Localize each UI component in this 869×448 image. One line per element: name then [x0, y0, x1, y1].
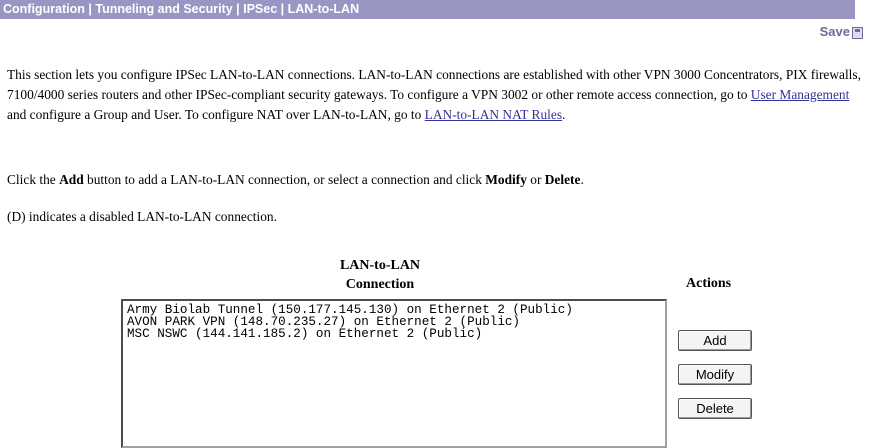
intro-paragraph: This section lets you configure IPSec LA…	[7, 65, 869, 125]
user-management-link[interactable]: User Management	[751, 87, 850, 102]
save-icon	[852, 26, 863, 39]
instr-text-4: .	[580, 172, 584, 187]
intro-text-2: and configure a Group and User. To confi…	[7, 107, 425, 122]
breadcrumb: Configuration | Tunneling and Security |…	[0, 0, 855, 19]
connection-listbox[interactable]: Army Biolab Tunnel (150.177.145.130) on …	[121, 299, 667, 448]
instr-text-3: or	[526, 172, 545, 187]
instr-text-1: Click the	[7, 172, 60, 187]
save-label: Save	[819, 24, 850, 39]
disabled-note: (D) indicates a disabled LAN-to-LAN conn…	[7, 209, 277, 224]
modify-button[interactable]: Modify	[678, 364, 752, 385]
instr-modify-word: Modify	[485, 172, 527, 187]
delete-button[interactable]: Delete	[678, 398, 752, 419]
instr-text-2: button to add a LAN-to-LAN connection, o…	[83, 172, 486, 187]
instr-add-word: Add	[59, 172, 84, 187]
instructions-paragraph: Click the Add button to add a LAN-to-LAN…	[7, 170, 584, 190]
connection-header-line1: LAN-to-LAN	[339, 258, 421, 273]
lan-to-lan-nat-rules-link[interactable]: LAN-to-LAN NAT Rules	[425, 107, 562, 122]
connection-list-header: LAN-to-LAN Connection	[300, 256, 460, 294]
intro-text-1: This section lets you configure IPSec LA…	[7, 67, 861, 102]
instr-delete-word: Delete	[544, 172, 581, 187]
save-button[interactable]: Save	[820, 24, 863, 39]
list-item[interactable]: MSC NSWC (144.141.185.2) on Ethernet 2 (…	[127, 328, 661, 341]
actions-header: Actions	[686, 276, 732, 291]
connection-header-line2: Connection	[345, 277, 415, 292]
add-button[interactable]: Add	[678, 330, 752, 351]
intro-text-3: .	[562, 107, 566, 122]
